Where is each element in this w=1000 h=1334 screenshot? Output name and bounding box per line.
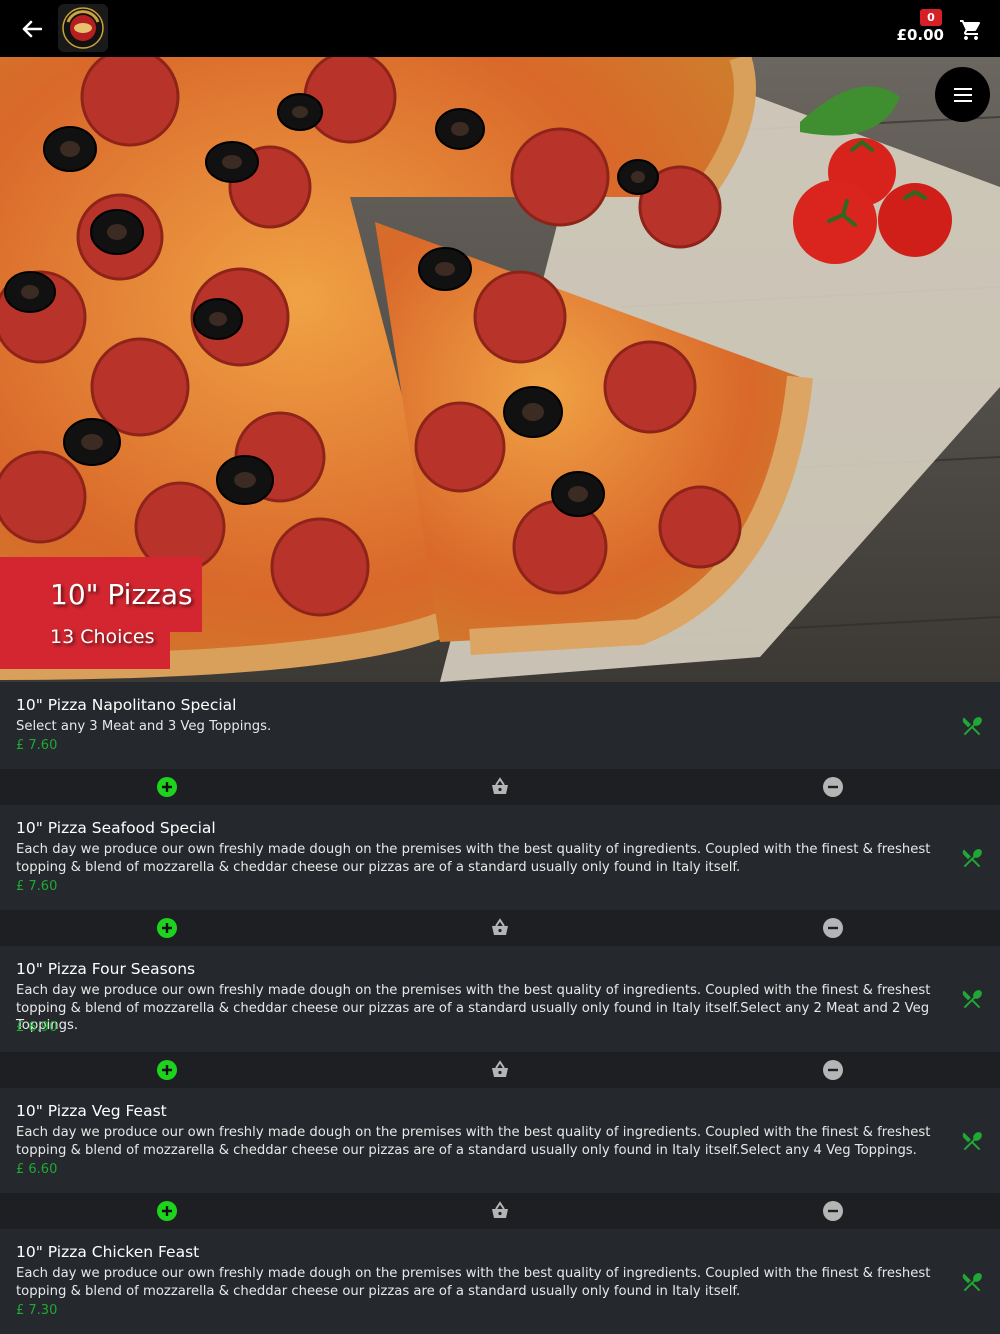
item-price: £ 7.30 (16, 1303, 58, 1318)
minus-circle-icon[interactable] (822, 917, 844, 939)
cart-count-badge: 0 (920, 9, 942, 26)
item-name: 10" Pizza Four Seasons (16, 960, 196, 978)
basket-icon[interactable] (489, 1059, 511, 1081)
item-description: Each day we produce our own freshly made… (16, 842, 931, 875)
menu-item[interactable]: 10" Pizza Chicken Feast Each day we prod… (0, 1229, 1000, 1334)
category-title: 10" Pizzas (50, 578, 193, 611)
menu-item[interactable]: 10" Pizza Four Seasons Each day we produ… (0, 946, 1000, 1052)
menu-item[interactable]: 10" Pizza Napolitano Special Select any … (0, 682, 1000, 769)
category-choice-count: 13 Choices (50, 626, 155, 648)
fork-spoon-icon[interactable] (960, 846, 984, 870)
plus-circle-icon[interactable] (156, 1200, 178, 1222)
minus-circle-icon[interactable] (822, 1059, 844, 1081)
back-button[interactable] (16, 14, 48, 44)
plus-circle-icon[interactable] (156, 776, 178, 798)
plus-circle-icon[interactable] (156, 1059, 178, 1081)
basket-icon[interactable] (489, 776, 511, 798)
top-bar: £0.00 0 (0, 0, 1000, 57)
item-name: 10" Pizza Seafood Special (16, 819, 216, 837)
item-price: £ 6.60 (16, 1162, 58, 1177)
restaurant-logo (58, 4, 108, 52)
back-arrow-icon (22, 20, 42, 38)
item-description: Each day we produce our own freshly made… (16, 1266, 931, 1299)
minus-circle-icon[interactable] (822, 1200, 844, 1222)
item-action-bar (0, 769, 1000, 805)
minus-circle-icon[interactable] (822, 776, 844, 798)
item-description: Select any 3 Meat and 3 Veg Toppings. (16, 719, 272, 734)
item-name: 10" Pizza Chicken Feast (16, 1243, 200, 1261)
basket-icon[interactable] (489, 917, 511, 939)
item-action-bar (0, 910, 1000, 946)
item-action-bar (0, 1193, 1000, 1229)
fork-spoon-icon[interactable] (960, 1270, 984, 1294)
item-action-bar (0, 1052, 1000, 1088)
fork-spoon-icon[interactable] (960, 987, 984, 1011)
cart-total: £0.00 (896, 26, 944, 44)
basket-icon[interactable] (489, 1200, 511, 1222)
fork-spoon-icon[interactable] (960, 714, 984, 738)
fork-spoon-icon[interactable] (960, 1129, 984, 1153)
menu-item[interactable]: 10" Pizza Seafood Special Each day we pr… (0, 805, 1000, 910)
shopping-cart-icon (960, 20, 981, 40)
item-price: £ 7.60 (16, 879, 58, 894)
item-price: £ 7.60 (16, 738, 58, 753)
hamburger-menu-button[interactable] (935, 67, 990, 122)
hamburger-menu-icon (953, 87, 972, 102)
item-description: Each day we produce our own freshly made… (16, 1125, 931, 1158)
menu-item[interactable]: 10" Pizza Veg Feast Each day we produce … (0, 1088, 1000, 1193)
item-name: 10" Pizza Veg Feast (16, 1102, 167, 1120)
item-name: 10" Pizza Napolitano Special (16, 696, 237, 714)
item-price: £ 6.90 (16, 1020, 58, 1035)
item-description: Each day we produce our own freshly made… (16, 983, 931, 1033)
plus-circle-icon[interactable] (156, 917, 178, 939)
cart-button[interactable]: £0.00 0 (897, 8, 984, 50)
